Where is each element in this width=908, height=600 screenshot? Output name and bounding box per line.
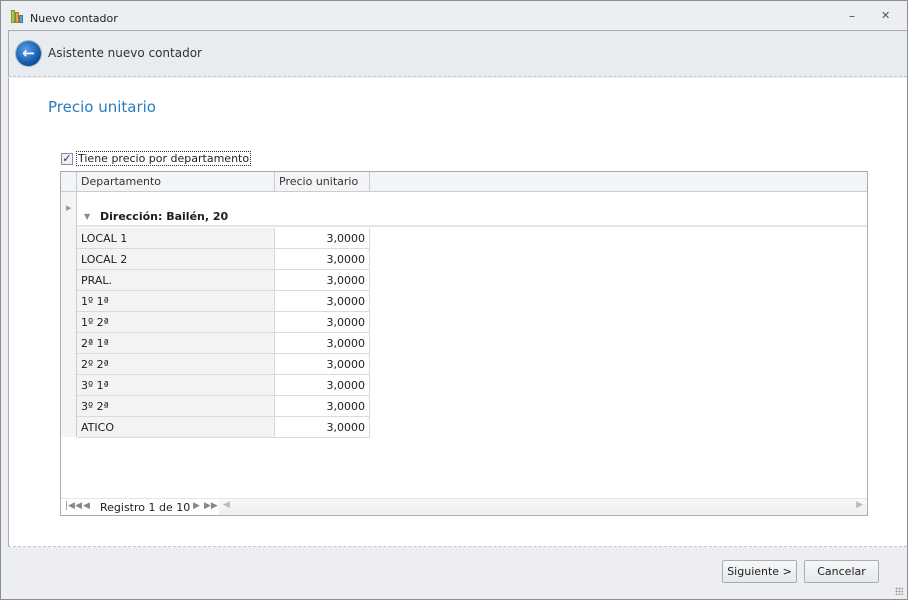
department-cell[interactable]: 1º 2ª — [77, 312, 275, 333]
group-label: Dirección: Bailén, 20 — [100, 210, 229, 223]
resize-grip-icon[interactable] — [895, 587, 903, 595]
department-cell[interactable]: 2ª 1ª — [77, 333, 275, 354]
wizard-window: Nuevo contador – ✕ ← Asistente nuevo con… — [0, 0, 908, 600]
department-cell[interactable]: 1º 1ª — [77, 291, 275, 312]
price-cell[interactable]: 3,0000 — [275, 354, 370, 375]
horizontal-scrollbar[interactable]: ◀ ▶ — [219, 499, 867, 515]
row-indicator-column: ▶ — [61, 192, 77, 437]
next-button[interactable]: Siguiente > — [722, 560, 797, 583]
price-cell[interactable]: 3,0000 — [275, 333, 370, 354]
price-grid: Departamento Precio unitario ▶ ▼ Direcci… — [60, 171, 868, 516]
department-cell[interactable]: PRAL. — [77, 270, 275, 291]
scroll-left-icon[interactable]: ◀ — [223, 500, 230, 510]
close-button[interactable]: ✕ — [881, 9, 890, 22]
price-cell[interactable]: 3,0000 — [275, 312, 370, 333]
price-cell[interactable]: 3,0000 — [275, 396, 370, 417]
price-cell[interactable]: 3,0000 — [275, 270, 370, 291]
column-header-departamento[interactable]: Departamento — [77, 172, 275, 192]
wizard-title: Asistente nuevo contador — [48, 46, 202, 60]
record-counter: Registro 1 de 10 — [100, 501, 191, 514]
group-row[interactable]: ▼ Dirección: Bailén, 20 — [77, 192, 867, 227]
title-bar: Nuevo contador – ✕ — [1, 1, 907, 30]
checkbox-check-icon[interactable]: ✓ — [61, 152, 73, 165]
department-cell[interactable]: 2º 2ª — [77, 354, 275, 375]
price-cell[interactable]: 3,0000 — [275, 417, 370, 438]
price-cell[interactable]: 3,0000 — [275, 291, 370, 312]
checkbox-label[interactable]: Tiene precio por departamento — [76, 151, 252, 166]
wizard-header: ← Asistente nuevo contador — [8, 30, 907, 77]
back-arrow-icon[interactable]: ← — [16, 41, 41, 66]
chevron-down-icon[interactable]: ▼ — [84, 212, 90, 221]
wizard-content: Precio unitario ✓ Tiene precio por depar… — [8, 78, 907, 547]
table-row[interactable]: 2ª 1ª 3,0000 — [77, 333, 370, 354]
window-title: Nuevo contador — [30, 12, 118, 25]
has-price-per-department-checkbox[interactable]: ✓ Tiene precio por departamento — [61, 151, 252, 166]
table-row[interactable]: 3º 2ª 3,0000 — [77, 396, 370, 417]
department-cell[interactable]: LOCAL 2 — [77, 249, 275, 270]
department-cell[interactable]: ATICO — [77, 417, 275, 438]
department-cell[interactable]: 3º 1ª — [77, 375, 275, 396]
header-indicator — [61, 172, 77, 192]
grid-header: Departamento Precio unitario — [61, 172, 867, 192]
table-row[interactable]: PRAL. 3,0000 — [77, 270, 370, 291]
department-cell[interactable]: LOCAL 1 — [77, 228, 275, 249]
table-row[interactable]: LOCAL 1 3,0000 — [77, 228, 370, 249]
table-row[interactable]: 1º 1ª 3,0000 — [77, 291, 370, 312]
table-row[interactable]: ATICO 3,0000 — [77, 417, 370, 438]
first-record-icon[interactable]: |◀◀ — [65, 501, 82, 511]
price-cell[interactable]: 3,0000 — [275, 228, 370, 249]
next-record-icon[interactable]: ▶ — [193, 501, 200, 511]
table-row[interactable]: LOCAL 2 3,0000 — [77, 249, 370, 270]
table-row[interactable]: 1º 2ª 3,0000 — [77, 312, 370, 333]
cancel-button[interactable]: Cancelar — [804, 560, 879, 583]
prev-record-icon[interactable]: ◀ — [83, 501, 90, 511]
table-row[interactable]: 3º 1ª 3,0000 — [77, 375, 370, 396]
page-title: Precio unitario — [48, 98, 156, 116]
price-cell[interactable]: 3,0000 — [275, 249, 370, 270]
row-pointer-icon: ▶ — [66, 204, 72, 212]
table-row[interactable]: 2º 2ª 3,0000 — [77, 354, 370, 375]
grid-pager: |◀◀ ◀ Registro 1 de 10 ▶ ▶▶| ◀ ▶ — [61, 498, 867, 515]
minimize-button[interactable]: – — [849, 9, 855, 23]
column-header-precio[interactable]: Precio unitario — [275, 172, 370, 192]
scroll-right-icon[interactable]: ▶ — [856, 500, 863, 510]
department-cell[interactable]: 3º 2ª — [77, 396, 275, 417]
price-cell[interactable]: 3,0000 — [275, 375, 370, 396]
app-chart-icon — [11, 10, 25, 23]
